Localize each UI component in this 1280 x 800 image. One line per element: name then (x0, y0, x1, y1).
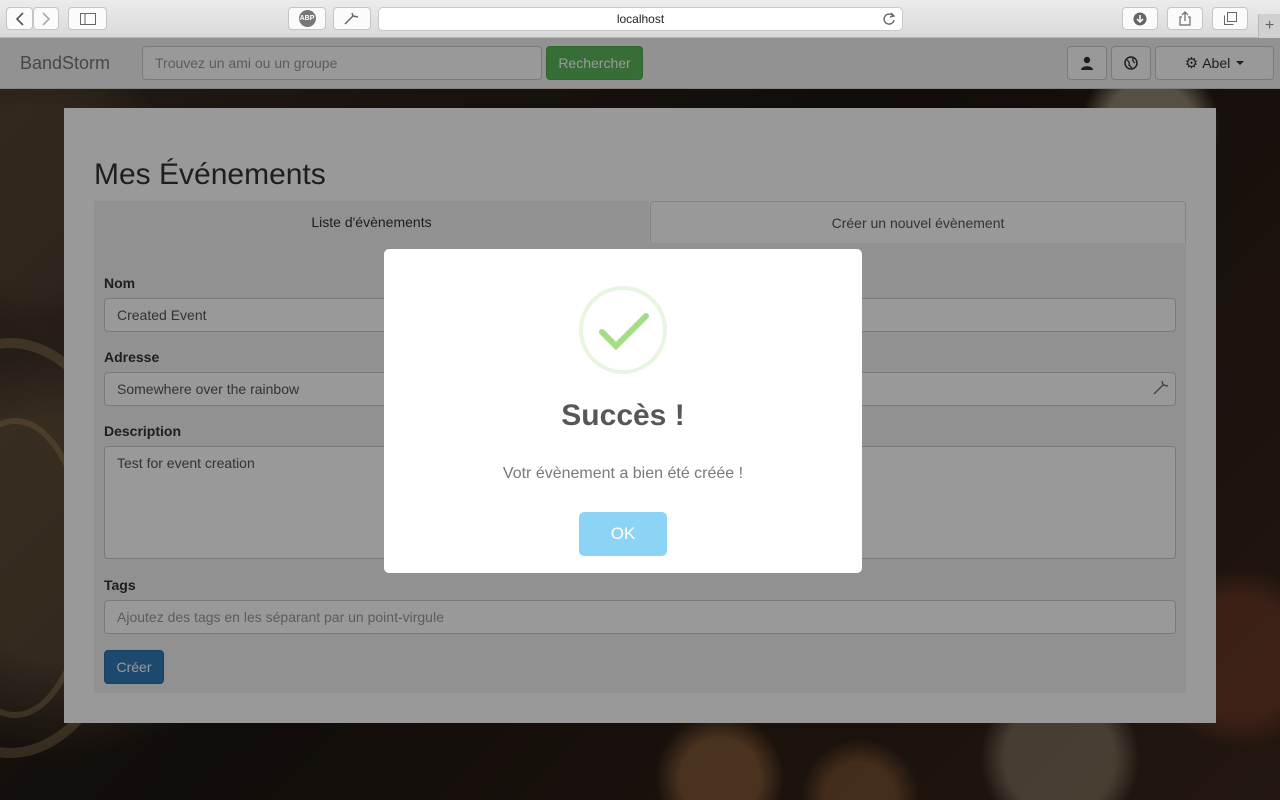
tabs-overview-button[interactable] (1212, 7, 1248, 30)
modal-title: Succès ! (561, 399, 685, 432)
success-modal: Succès ! Votr évènement a bien été créée… (384, 249, 862, 573)
sidebar-icon (79, 12, 96, 25)
adblock-icon: ABP (298, 10, 316, 27)
address-bar[interactable]: localhost (378, 7, 903, 31)
url-text: localhost (616, 12, 665, 26)
forward-button[interactable] (33, 7, 59, 30)
adblock-button[interactable]: ABP (288, 7, 326, 30)
new-tab-button[interactable]: + (1258, 14, 1280, 38)
success-check-icon (579, 286, 667, 374)
sidebar-toggle-button[interactable] (68, 7, 107, 30)
downloads-button[interactable] (1122, 7, 1158, 30)
share-button[interactable] (1167, 7, 1203, 30)
checkmark-icon (599, 313, 649, 351)
back-button[interactable] (6, 7, 33, 30)
browser-toolbar: ABP localhost + (0, 0, 1280, 38)
ok-button[interactable]: OK (579, 512, 667, 556)
plus-icon: + (1264, 17, 1275, 34)
chevron-left-icon (15, 11, 24, 26)
reload-icon[interactable] (882, 12, 896, 26)
modal-message: Votr évènement a bien été créée ! (502, 465, 744, 482)
download-icon (1133, 12, 1147, 25)
tabs-icon (1223, 12, 1237, 25)
extension-button[interactable] (333, 7, 371, 30)
chevron-right-icon (42, 11, 51, 26)
share-icon (1179, 11, 1191, 26)
extension-icon (344, 12, 359, 25)
